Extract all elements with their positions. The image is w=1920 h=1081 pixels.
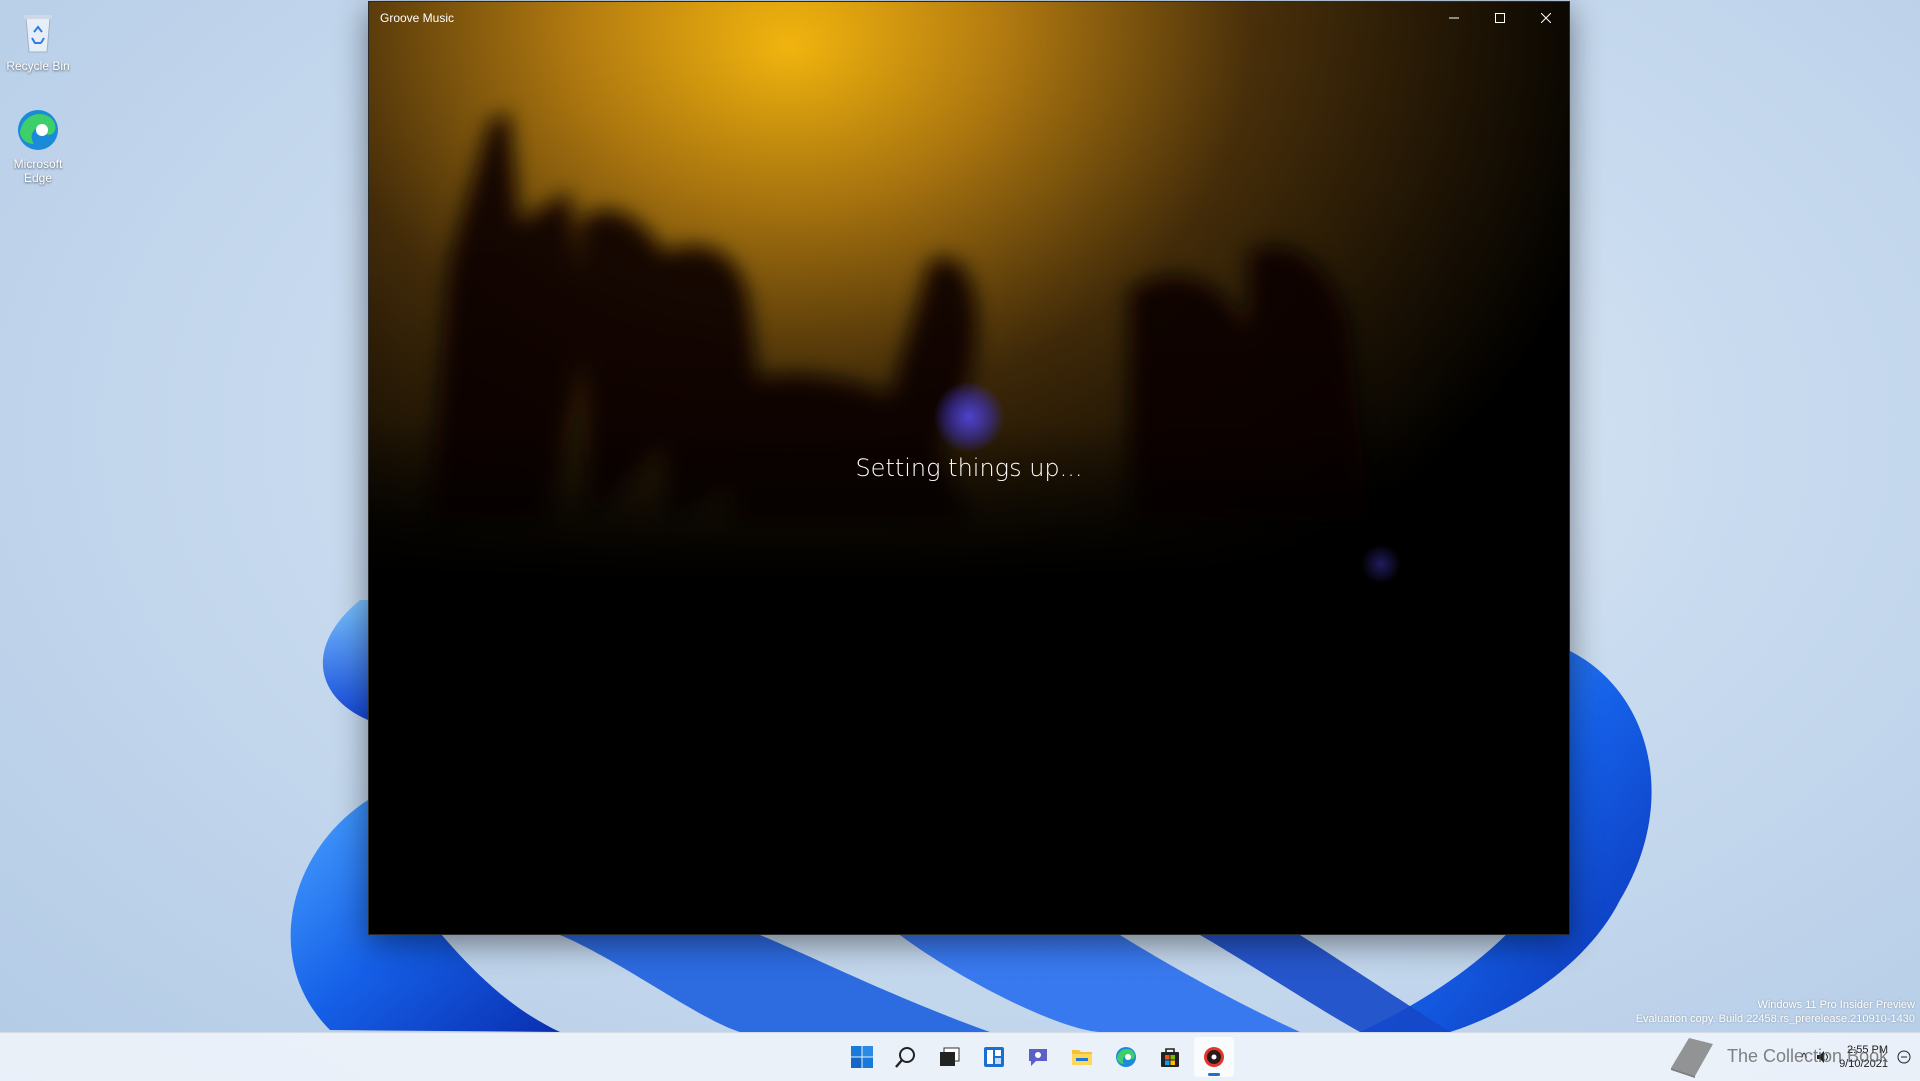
close-button[interactable] bbox=[1523, 2, 1569, 34]
taskbar-apps bbox=[842, 1037, 1234, 1077]
recycle-bin-icon bbox=[24, 15, 52, 53]
close-icon bbox=[1541, 13, 1551, 23]
taskbar-task-view-button[interactable] bbox=[930, 1037, 970, 1077]
setup-status-text: Setting things up... bbox=[855, 454, 1083, 482]
desktop-icon-label: Microsoft Edge bbox=[13, 157, 63, 185]
edge-icon bbox=[18, 110, 58, 150]
task-view-icon bbox=[940, 1047, 960, 1066]
taskbar-store-button[interactable] bbox=[1150, 1037, 1190, 1077]
taskbar-chat-button[interactable] bbox=[1018, 1037, 1058, 1077]
book-icon bbox=[1671, 1038, 1713, 1078]
notification-icon[interactable] bbox=[1896, 1049, 1912, 1065]
desktop-icon-edge[interactable]: Microsoft Edge bbox=[0, 106, 77, 185]
taskbar: ^ 2:55 PM 9/10/2021 bbox=[0, 1032, 1920, 1081]
teams-chat-icon bbox=[1029, 1049, 1047, 1066]
window-controls bbox=[1431, 2, 1569, 34]
store-icon bbox=[1161, 1048, 1179, 1067]
watermark-line1: Windows 11 Pro Insider Preview bbox=[1757, 999, 1915, 1011]
taskbar-edge-button[interactable] bbox=[1106, 1037, 1146, 1077]
title-bar[interactable]: Groove Music bbox=[369, 2, 1569, 34]
collection-book-overlay: The Collection Book bbox=[1665, 1032, 1888, 1080]
minimize-icon bbox=[1449, 17, 1459, 19]
taskbar-groove-music-button[interactable] bbox=[1194, 1037, 1234, 1077]
folder-icon bbox=[1072, 1050, 1092, 1065]
taskbar-start-button[interactable] bbox=[842, 1037, 882, 1077]
widgets-icon bbox=[984, 1047, 1004, 1067]
loading-spinner bbox=[934, 382, 1004, 452]
maximize-button[interactable] bbox=[1477, 2, 1523, 34]
windows-start-icon bbox=[851, 1046, 873, 1068]
collection-book-text: The Collection Book bbox=[1727, 1045, 1889, 1066]
groove-music-window[interactable]: Groove Music Setting things up... bbox=[368, 1, 1570, 935]
build-watermark: Windows 11 Pro Insider Preview Evaluatio… bbox=[1636, 998, 1915, 1026]
taskbar-search-button[interactable] bbox=[886, 1037, 926, 1077]
maximize-icon bbox=[1495, 13, 1505, 23]
taskbar-file-explorer-button[interactable] bbox=[1062, 1037, 1102, 1077]
watermark-line2: Evaluation copy. Build 22458.rs_prerelea… bbox=[1635, 1013, 1915, 1025]
desktop-icon-label: Recycle Bin bbox=[6, 59, 70, 73]
decorative-glow bbox=[1361, 544, 1401, 584]
edge-icon bbox=[1116, 1047, 1136, 1067]
window-title: Groove Music bbox=[380, 11, 455, 25]
minimize-button[interactable] bbox=[1431, 2, 1477, 34]
search-icon bbox=[895, 1047, 915, 1068]
taskbar-widgets-button[interactable] bbox=[974, 1037, 1014, 1077]
active-app-indicator bbox=[1208, 1073, 1220, 1076]
desktop-icon-recycle-bin[interactable]: Recycle Bin bbox=[0, 8, 77, 73]
groove-music-icon bbox=[1204, 1047, 1224, 1067]
